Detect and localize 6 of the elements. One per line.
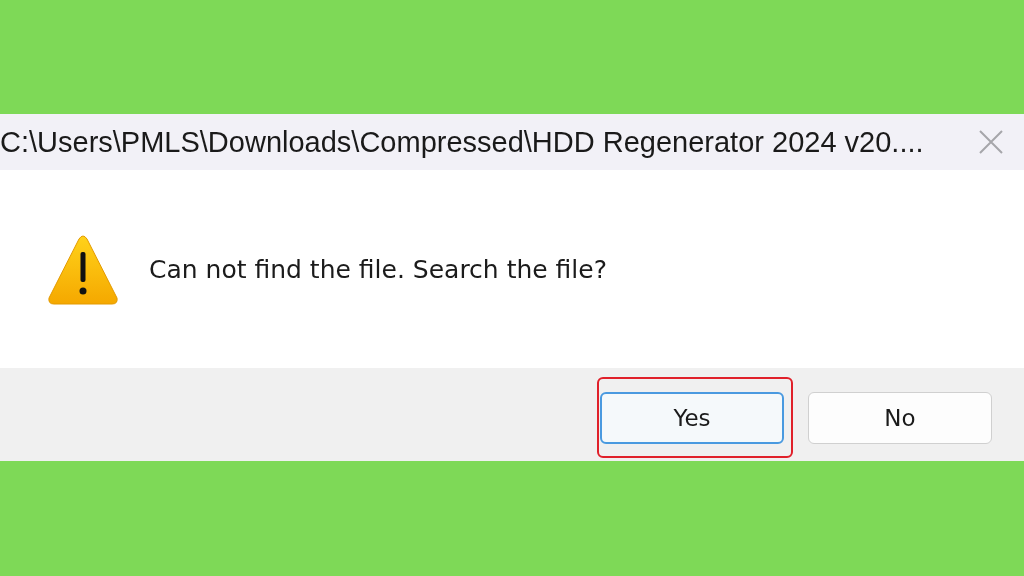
close-icon[interactable]	[978, 129, 1004, 155]
message-text: Can not find the file. Search the file?	[149, 254, 607, 284]
window-title: C:\Users\PMLS\Downloads\Compressed\HDD Regenerator 2024 v20....	[0, 125, 924, 159]
yes-button[interactable]: Yes	[600, 391, 784, 444]
no-button[interactable]: No	[808, 391, 992, 444]
warning-icon	[47, 234, 119, 306]
